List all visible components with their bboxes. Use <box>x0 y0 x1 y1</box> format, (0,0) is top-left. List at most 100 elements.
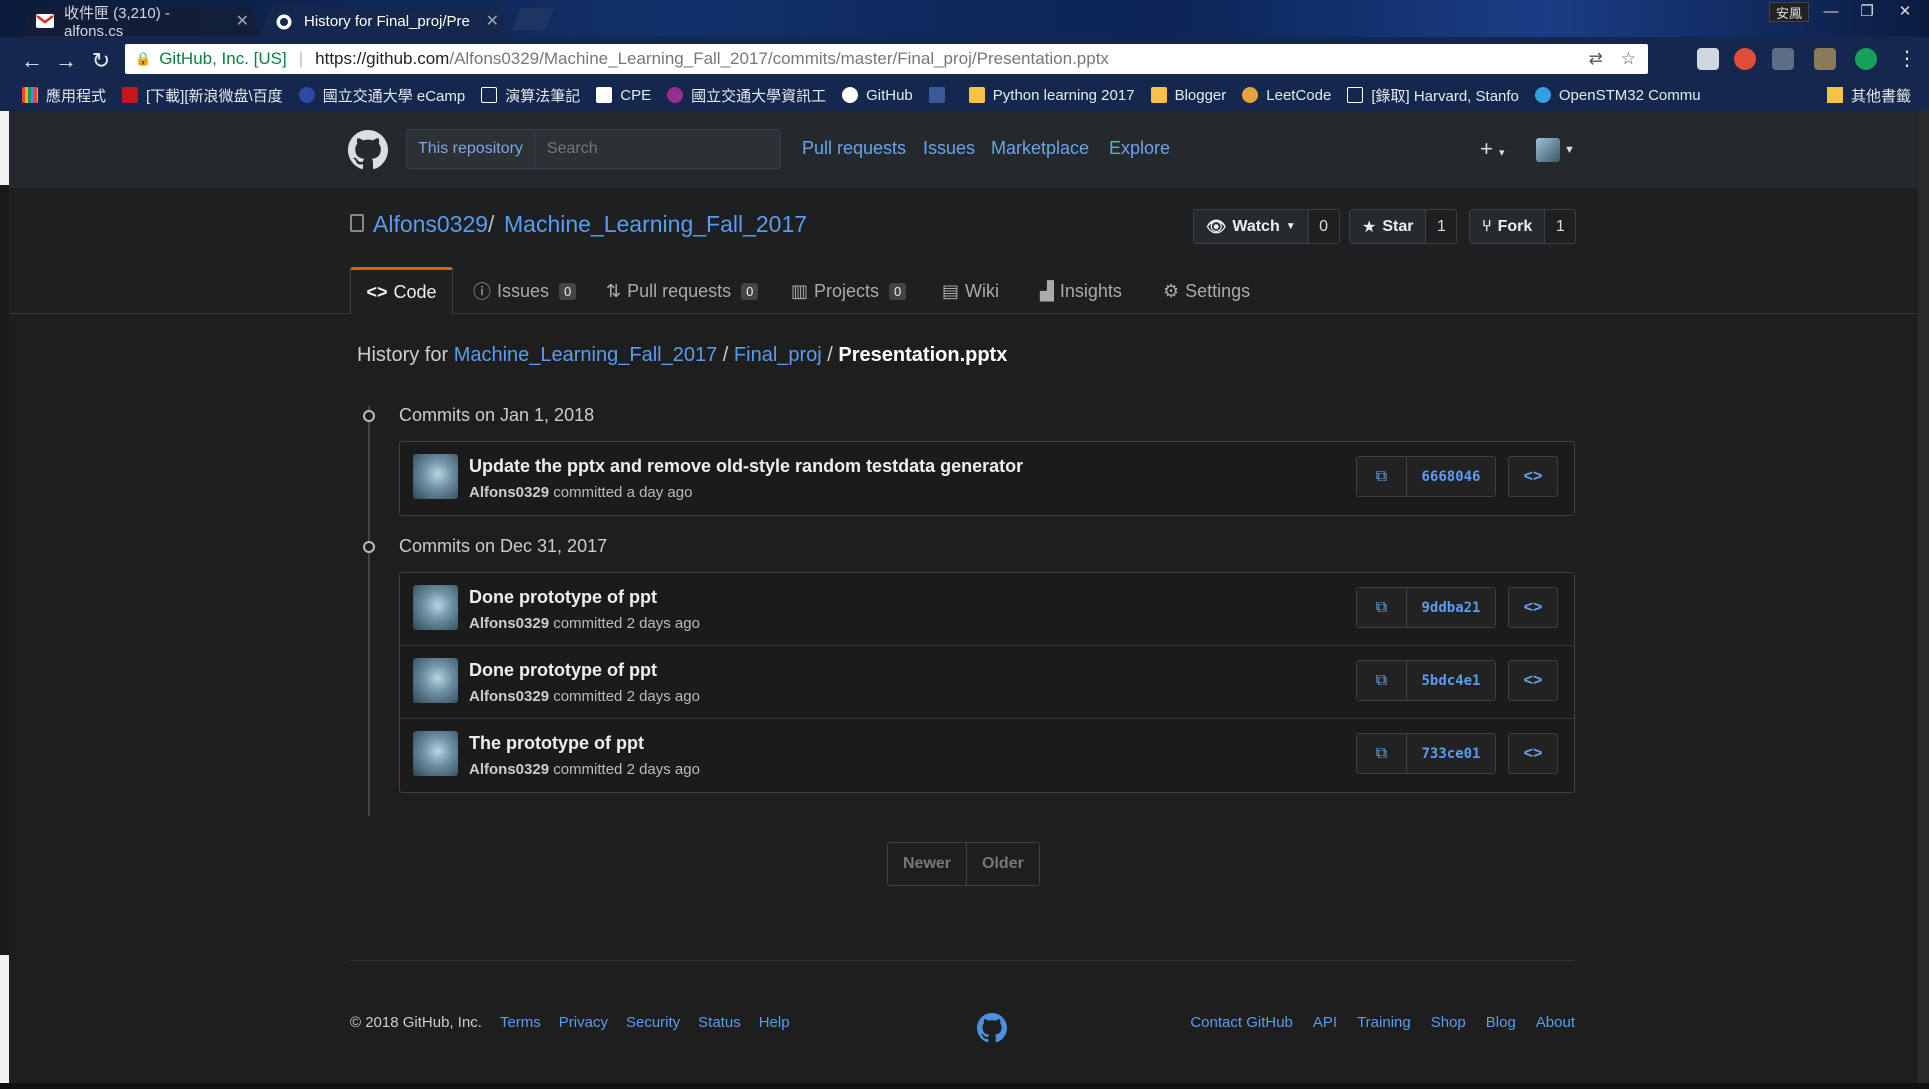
repo-name-link[interactable]: Machine_Learning_Fall_2017 <box>504 211 807 238</box>
tab-wiki[interactable]: ▤ Wiki <box>942 267 999 315</box>
new-tab-button[interactable] <box>512 8 554 30</box>
bookmark-item[interactable]: 國立交通大學資訊工 <box>667 85 826 106</box>
close-tab-icon[interactable]: ✕ <box>236 11 249 31</box>
bookmark-item[interactable]: Blogger <box>1150 87 1226 104</box>
commit-author[interactable]: Alfons0329 <box>469 688 549 705</box>
browse-code-icon[interactable]: <> <box>1508 456 1558 497</box>
repo-owner-link[interactable]: Alfons0329 <box>373 211 488 238</box>
chevron-down-icon[interactable]: ▼ <box>1564 144 1575 156</box>
clipboard-icon[interactable]: ⧉ <box>1357 457 1407 496</box>
footer-link-blog[interactable]: Blog <box>1486 1014 1516 1031</box>
older-button[interactable]: Older <box>967 843 1039 885</box>
github-mark-icon[interactable] <box>977 1013 1007 1043</box>
bookmark-item[interactable]: 國立交通大學 eCamp <box>298 85 465 106</box>
plus-dropdown-icon[interactable]: + ▾ <box>1480 136 1505 162</box>
browse-code-icon[interactable]: <> <box>1508 587 1558 628</box>
commit-message[interactable]: Update the pptx and remove old-style ran… <box>469 456 1023 477</box>
avatar[interactable] <box>413 731 458 776</box>
footer-link-about[interactable]: About <box>1536 1014 1575 1031</box>
footer-link-help[interactable]: Help <box>759 1014 790 1031</box>
nav-explore[interactable]: Explore <box>1109 138 1170 159</box>
extension-icon[interactable] <box>1697 48 1719 70</box>
clipboard-icon[interactable]: ⧉ <box>1357 661 1407 700</box>
newer-button[interactable]: Newer <box>888 843 968 885</box>
commit-message[interactable]: Done prototype of ppt <box>469 587 657 608</box>
browser-tab-github[interactable]: History for Final_proj/Pre ✕ <box>258 5 513 37</box>
github-logo-icon[interactable] <box>348 130 388 170</box>
extension-icon[interactable] <box>1734 48 1756 70</box>
translate-icon[interactable]: ⇄ <box>1589 49 1603 69</box>
extension-icon[interactable] <box>1814 48 1836 70</box>
menu-kebab-icon[interactable]: ⋮ <box>1893 44 1921 72</box>
commit-sha-button[interactable]: 5bdc4e1 <box>1407 661 1495 700</box>
tab-pull-requests[interactable]: ⇅ Pull requests 0 <box>606 267 759 315</box>
commit-sha-button[interactable]: 6668046 <box>1407 457 1495 496</box>
tab-settings[interactable]: ⚙ Settings <box>1163 267 1250 315</box>
other-bookmarks[interactable]: 其他書籤 <box>1826 79 1911 111</box>
bookmark-item[interactable]: OpenSTM32 Commu <box>1534 87 1701 104</box>
search-input[interactable]: Search <box>535 140 598 158</box>
bookmark-item[interactable]: 應用程式 <box>22 85 106 106</box>
bookmark-item[interactable]: 演算法筆記 <box>481 85 580 106</box>
close-window-icon[interactable]: ✕ <box>1887 0 1923 22</box>
avatar[interactable] <box>1536 138 1560 162</box>
clipboard-icon[interactable]: ⧉ <box>1357 734 1407 773</box>
watch-button[interactable]: 👁 Watch ▼ <box>1194 210 1309 243</box>
bookmark-item[interactable]: [下載][新浪微盘\百度 <box>122 85 283 106</box>
tab-issues[interactable]: ⓘ Issues 0 <box>473 267 577 315</box>
footer-link-shop[interactable]: Shop <box>1431 1014 1466 1031</box>
bookmark-item[interactable] <box>928 87 953 103</box>
scrollbar[interactable] <box>1918 111 1929 1089</box>
watch-count[interactable]: 0 <box>1309 210 1339 243</box>
forward-icon[interactable]: → <box>52 47 80 75</box>
footer-link-terms[interactable]: Terms <box>500 1014 541 1031</box>
footer-link-security[interactable]: Security <box>626 1014 680 1031</box>
bookmark-item[interactable]: Python learning 2017 <box>968 87 1135 104</box>
close-tab-icon[interactable]: ✕ <box>486 11 499 31</box>
bookmark-item[interactable]: [錄取] Harvard, Stanfo <box>1347 85 1519 106</box>
back-icon[interactable]: ← <box>18 47 46 75</box>
nav-marketplace[interactable]: Marketplace <box>991 138 1089 159</box>
reload-icon[interactable]: ↻ <box>87 47 115 75</box>
avatar[interactable] <box>413 658 458 703</box>
restore-icon[interactable]: ❐ <box>1849 0 1885 22</box>
browser-tab-gmail[interactable]: 收件匣 (3,210) - alfons.cs ✕ <box>18 5 263 37</box>
nav-pull-requests[interactable]: Pull requests <box>802 138 906 159</box>
commit-author[interactable]: Alfons0329 <box>469 761 549 778</box>
commit-sha-button[interactable]: 9ddba21 <box>1407 588 1495 627</box>
minimize-icon[interactable]: — <box>1813 0 1849 22</box>
commit-message[interactable]: The prototype of ppt <box>469 733 644 754</box>
breadcrumb-repo-link[interactable]: Machine_Learning_Fall_2017 <box>454 344 718 366</box>
footer-link-contact[interactable]: Contact GitHub <box>1190 1014 1293 1031</box>
avatar[interactable] <box>413 585 458 630</box>
commit-sha-button[interactable]: 733ce01 <box>1407 734 1495 773</box>
commit-author[interactable]: Alfons0329 <box>469 484 549 501</box>
profile-badge[interactable]: 安鳳 <box>1769 2 1809 22</box>
star-button[interactable]: ★ Star <box>1350 210 1427 243</box>
footer-link-api[interactable]: API <box>1313 1014 1337 1031</box>
avatar[interactable] <box>413 454 458 499</box>
tab-code[interactable]: <> Code <box>350 267 453 315</box>
footer-link-privacy[interactable]: Privacy <box>559 1014 608 1031</box>
footer-link-training[interactable]: Training <box>1357 1014 1411 1031</box>
commit-message[interactable]: Done prototype of ppt <box>469 660 657 681</box>
tab-projects[interactable]: ▥ Projects 0 <box>791 267 907 315</box>
browse-code-icon[interactable]: <> <box>1508 733 1558 774</box>
extension-icon[interactable] <box>1772 48 1794 70</box>
star-count[interactable]: 1 <box>1426 210 1456 243</box>
browse-code-icon[interactable]: <> <box>1508 660 1558 701</box>
tab-insights[interactable]: ▟ Insights <box>1040 267 1122 315</box>
commit-author[interactable]: Alfons0329 <box>469 615 549 632</box>
fork-count[interactable]: 1 <box>1545 210 1575 243</box>
bookmark-star-icon[interactable]: ☆ <box>1621 49 1636 69</box>
bookmark-item[interactable]: CPE <box>596 87 651 104</box>
address-bar[interactable]: 🔒 GitHub, Inc. [US] | https://github.com… <box>125 44 1648 74</box>
bookmark-item[interactable]: LeetCode <box>1242 87 1331 104</box>
fork-button[interactable]: ⑂ Fork <box>1470 210 1546 243</box>
footer-link-status[interactable]: Status <box>698 1014 741 1031</box>
breadcrumb-dir-link[interactable]: Final_proj <box>734 344 822 366</box>
search-box[interactable]: This repository Search <box>406 129 781 169</box>
bookmark-item[interactable]: GitHub <box>842 87 913 104</box>
clipboard-icon[interactable]: ⧉ <box>1357 588 1407 627</box>
grammarly-icon[interactable] <box>1855 48 1877 70</box>
